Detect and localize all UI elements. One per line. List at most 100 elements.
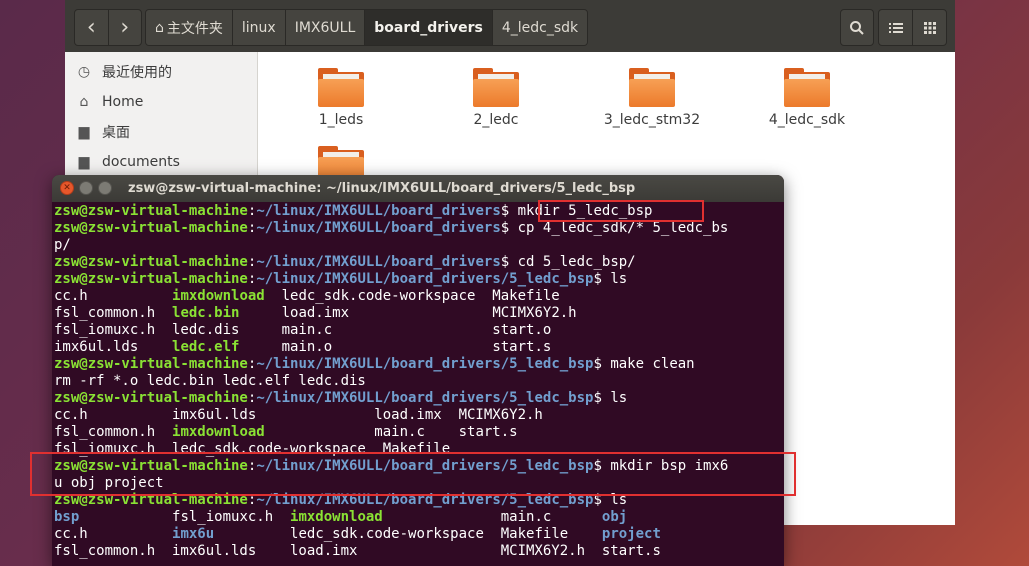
folder-icon [629, 68, 675, 108]
close-button[interactable]: ✕ [60, 181, 74, 195]
file-manager-headerbar: ‹ › ⌂ 主文件夹 linux IMX6ULL board_drivers 4… [65, 0, 955, 52]
terminal-line: rm -rf *.o ledc.bin ledc.elf ledc.dis [54, 373, 728, 390]
terminal-text: imx6u [172, 526, 215, 542]
terminal-line: fsl_iomuxc.h ledc.dis main.c start.o [54, 322, 728, 339]
terminal-text: cc.h imx6ul.lds load.imx MCIMX6Y2.h [54, 407, 543, 423]
terminal-text: $ ls [593, 271, 628, 287]
search-button[interactable] [840, 9, 874, 46]
forward-button[interactable]: › [107, 10, 142, 45]
terminal-line: zsw@zsw-virtual-machine:~/linux/IMX6ULL/… [54, 356, 728, 373]
terminal-text: imxdownload [172, 424, 265, 440]
breadcrumb-board-drivers[interactable]: board_drivers [364, 10, 492, 45]
back-button[interactable]: ‹ [75, 10, 108, 45]
folder-icon [318, 68, 364, 108]
breadcrumb-label: IMX6ULL [294, 19, 356, 36]
terminal-line: fsl_common.h imx6ul.lds load.imx MCIMX6Y… [54, 543, 728, 560]
breadcrumb-4-ledc-sdk[interactable]: 4_ledc_sdk [491, 10, 588, 45]
breadcrumb-label: board_drivers [374, 19, 483, 36]
terminal-text: fsl_common.h imx6ul.lds load.imx MCIMX6Y… [54, 543, 661, 559]
breadcrumb-label: 4_ledc_sdk [501, 19, 579, 36]
sidebar-item-desktop[interactable]: ▆ 桌面 [65, 117, 257, 147]
prompt-user: zsw@zsw-virtual-machine [54, 254, 248, 270]
list-icon [888, 22, 903, 33]
highlight-box [538, 200, 704, 222]
prompt-user: zsw@zsw-virtual-machine [54, 203, 248, 219]
terminal-text: cc.h [54, 526, 173, 542]
terminal-line: zsw@zsw-virtual-machine:~/linux/IMX6ULL/… [54, 220, 728, 237]
terminal-text: bsp [54, 509, 80, 525]
terminal-text: main.c start.s [264, 424, 518, 440]
terminal-text: $ cp 4_ledc_sdk/* 5_ledc_bs [500, 220, 729, 236]
terminal-text: obj [601, 509, 628, 525]
terminal-text: fsl_iomuxc.h [79, 509, 291, 525]
terminal-line: cc.h imx6u ledc_sdk.code-workspace Makef… [54, 526, 728, 543]
prompt-path: ~/linux/IMX6ULL/board_drivers/5_ledc_bsp [256, 356, 594, 372]
terminal-text: ledc_sdk.code-workspace Makefile [214, 526, 602, 542]
sidebar-item-label: Home [102, 94, 144, 110]
prompt-path: ~/linux/IMX6ULL/board_drivers [256, 220, 501, 236]
terminal-text: p/ [54, 237, 71, 253]
chevron-left-icon: ‹ [86, 15, 96, 40]
terminal-text: fsl_common.h [54, 305, 173, 321]
sidebar-item-documents[interactable]: ▆ documents [65, 147, 257, 177]
sidebar-item-home[interactable]: ⌂ Home [65, 87, 257, 117]
folder-icon [784, 68, 830, 108]
terminal-titlebar[interactable]: ✕ zsw@zsw-virtual-machine: ~/linux/IMX6U… [52, 175, 784, 202]
terminal-text: imxdownload [172, 288, 265, 304]
search-icon [850, 20, 864, 35]
terminal-text: ledc_sdk.code-workspace Makefile [264, 288, 560, 304]
terminal-line: p/ [54, 237, 728, 254]
highlight-box [30, 452, 796, 496]
terminal-line: zsw@zsw-virtual-machine:~/linux/IMX6ULL/… [54, 254, 728, 271]
folder-label: 4_ledc_sdk [768, 112, 846, 128]
terminal-line: cc.h imx6ul.lds load.imx MCIMX6Y2.h [54, 407, 728, 424]
folder-icon: ▆ [78, 124, 90, 140]
grid-view-button[interactable] [912, 10, 946, 45]
prompt-user: zsw@zsw-virtual-machine [54, 356, 248, 372]
clock-icon: ◷ [77, 64, 91, 80]
folder-label: 2_ledc [473, 112, 519, 128]
terminal-line: bsp fsl_iomuxc.h imxdownload main.c obj [54, 509, 728, 526]
sidebar-item-label: 最近使用的 [102, 65, 172, 81]
terminal-text: rm -rf *.o ledc.bin ledc.elf ledc.dis [54, 373, 366, 389]
terminal-line: zsw@zsw-virtual-machine:~/linux/IMX6ULL/… [54, 390, 728, 407]
maximize-button[interactable] [98, 181, 112, 195]
folder-item[interactable]: 4_ledc_sdk [747, 60, 867, 128]
sidebar-item-recent[interactable]: ◷ 最近使用的 [65, 57, 257, 87]
terminal-text: imx6ul.lds [54, 339, 173, 355]
breadcrumb-home[interactable]: ⌂ 主文件夹 [146, 10, 232, 45]
terminal-text: imxdownload [290, 509, 383, 525]
folder-item[interactable]: 1_leds [281, 60, 401, 128]
breadcrumb-label: 主文件夹 [166, 20, 223, 37]
home-icon: ⌂ [155, 19, 164, 36]
terminal-text: fsl_iomuxc.h ledc.dis main.c start.o [54, 322, 552, 338]
terminal-title: zsw@zsw-virtual-machine: ~/linux/IMX6ULL… [128, 181, 636, 196]
terminal-line: cc.h imxdownload ledc_sdk.code-workspace… [54, 288, 728, 305]
close-icon: ✕ [63, 183, 71, 193]
breadcrumb: ⌂ 主文件夹 linux IMX6ULL board_drivers 4_led… [145, 9, 589, 46]
terminal-line: zsw@zsw-virtual-machine:~/linux/IMX6ULL/… [54, 271, 728, 288]
prompt-path: ~/linux/IMX6ULL/board_drivers/5_ledc_bsp [256, 271, 594, 287]
prompt-path: ~/linux/IMX6ULL/board_drivers [256, 203, 501, 219]
folder-item[interactable]: 3_ledc_stm32 [592, 60, 712, 128]
terminal-text: ledc.elf [172, 339, 240, 355]
minimize-button[interactable] [79, 181, 93, 195]
breadcrumb-label: linux [241, 19, 276, 36]
terminal-text: fsl_common.h [54, 424, 173, 440]
sidebar-item-label: documents [102, 154, 180, 170]
breadcrumb-imx6ull[interactable]: IMX6ULL [284, 10, 365, 45]
terminal-line: fsl_common.h imxdownload main.c start.s [54, 424, 728, 441]
breadcrumb-linux[interactable]: linux [231, 10, 285, 45]
terminal-line: imx6ul.lds ledc.elf main.o start.s [54, 339, 728, 356]
sidebar-item-label: 桌面 [102, 125, 130, 141]
terminal-text: $ cd 5_ledc_bsp/ [500, 254, 636, 270]
terminal-text: main.c [382, 509, 602, 525]
folder-label: 1_leds [318, 112, 364, 128]
terminal-text: $ ls [593, 390, 628, 406]
terminal-window[interactable]: ✕ zsw@zsw-virtual-machine: ~/linux/IMX6U… [52, 175, 784, 566]
terminal-text: main.o start.s [239, 339, 552, 355]
terminal-output[interactable]: zsw@zsw-virtual-machine:~/linux/IMX6ULL/… [54, 203, 728, 560]
list-view-button[interactable] [879, 10, 912, 45]
chevron-right-icon: › [120, 15, 130, 40]
folder-item[interactable]: 2_ledc [436, 60, 556, 128]
